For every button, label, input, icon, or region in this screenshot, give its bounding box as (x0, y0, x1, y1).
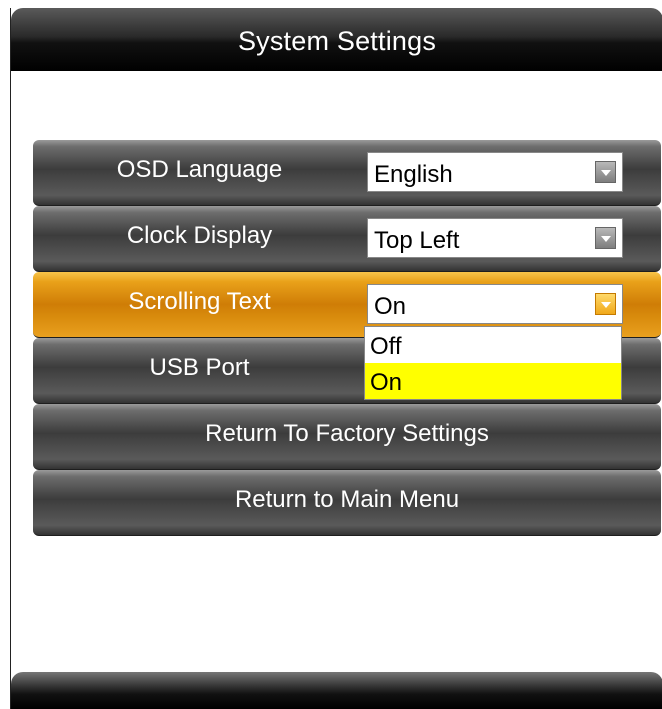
scrolling-text-value: On (374, 293, 407, 320)
clock-display-value: Top Left (374, 227, 460, 254)
osd-language-value: English (374, 161, 453, 188)
return-factory-settings-label: Return To Factory Settings (205, 420, 489, 447)
chevron-down-icon[interactable] (595, 293, 616, 315)
dropdown-option-on[interactable]: On (365, 363, 621, 399)
osd-language-label: OSD Language (116, 156, 283, 183)
scrolling-text-dropdown-list[interactable]: Off On (364, 326, 622, 400)
return-factory-settings-button[interactable]: Return To Factory Settings (33, 404, 661, 470)
clock-display-label: Clock Display (126, 222, 273, 249)
return-main-menu-label: Return to Main Menu (234, 486, 460, 513)
chevron-down-icon[interactable] (595, 161, 616, 183)
chevron-down-icon[interactable] (595, 227, 616, 249)
scrolling-text-select[interactable]: On (367, 284, 623, 324)
clock-display-select[interactable]: Top Left (367, 218, 623, 258)
page-title: System Settings (237, 26, 437, 56)
header-bar: System Settings (11, 8, 662, 71)
usb-port-label: USB Port (149, 354, 250, 381)
return-main-menu-button[interactable]: Return to Main Menu (33, 470, 661, 536)
scrolling-text-label: Scrolling Text (128, 288, 271, 315)
menu-row-osd-language[interactable]: OSD Language English (33, 140, 661, 206)
footer-bar (11, 672, 662, 709)
menu-row-clock-display[interactable]: Clock Display Top Left (33, 206, 661, 272)
osd-language-select[interactable]: English (367, 152, 623, 192)
dropdown-option-off[interactable]: Off (365, 327, 621, 363)
